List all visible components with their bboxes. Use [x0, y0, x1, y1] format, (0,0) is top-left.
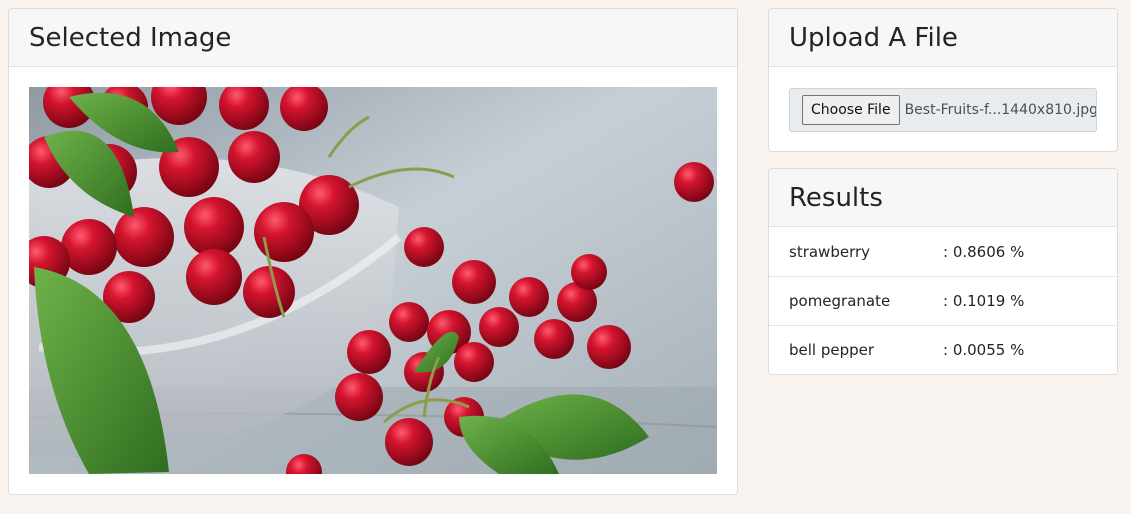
result-row: pomegranate : 0.1019 % — [769, 276, 1117, 325]
result-value: : 0.8606 % — [943, 242, 1025, 261]
result-label: pomegranate — [789, 292, 891, 310]
result-value: : 0.1019 % — [943, 292, 1025, 310]
results-title: Results — [769, 169, 1117, 227]
selected-image-card: Selected Image — [8, 8, 738, 495]
result-label: strawberry — [789, 242, 871, 261]
cherries-photo — [29, 87, 717, 474]
selected-file-name: Best-Fruits-f...1440x810.jpg — [904, 102, 1097, 118]
choose-file-button[interactable]: Choose File — [802, 95, 900, 125]
result-label: bell pepper — [789, 341, 875, 359]
result-row: strawberry : 0.8606 % — [769, 227, 1117, 276]
upload-file-title: Upload A File — [769, 9, 1117, 67]
file-input[interactable]: Choose File Best-Fruits-f...1440x810.jpg — [789, 88, 1097, 132]
results-card: Results strawberry : 0.8606 % pomegranat… — [768, 168, 1118, 375]
result-value: : 0.0055 % — [943, 341, 1025, 359]
result-row: bell pepper : 0.0055 % — [769, 325, 1117, 374]
selected-image — [29, 87, 717, 474]
upload-file-card: Upload A File Choose File Best-Fruits-f.… — [768, 8, 1118, 152]
selected-image-title: Selected Image — [9, 9, 737, 67]
results-list: strawberry : 0.8606 % pomegranate : 0.10… — [769, 227, 1117, 374]
